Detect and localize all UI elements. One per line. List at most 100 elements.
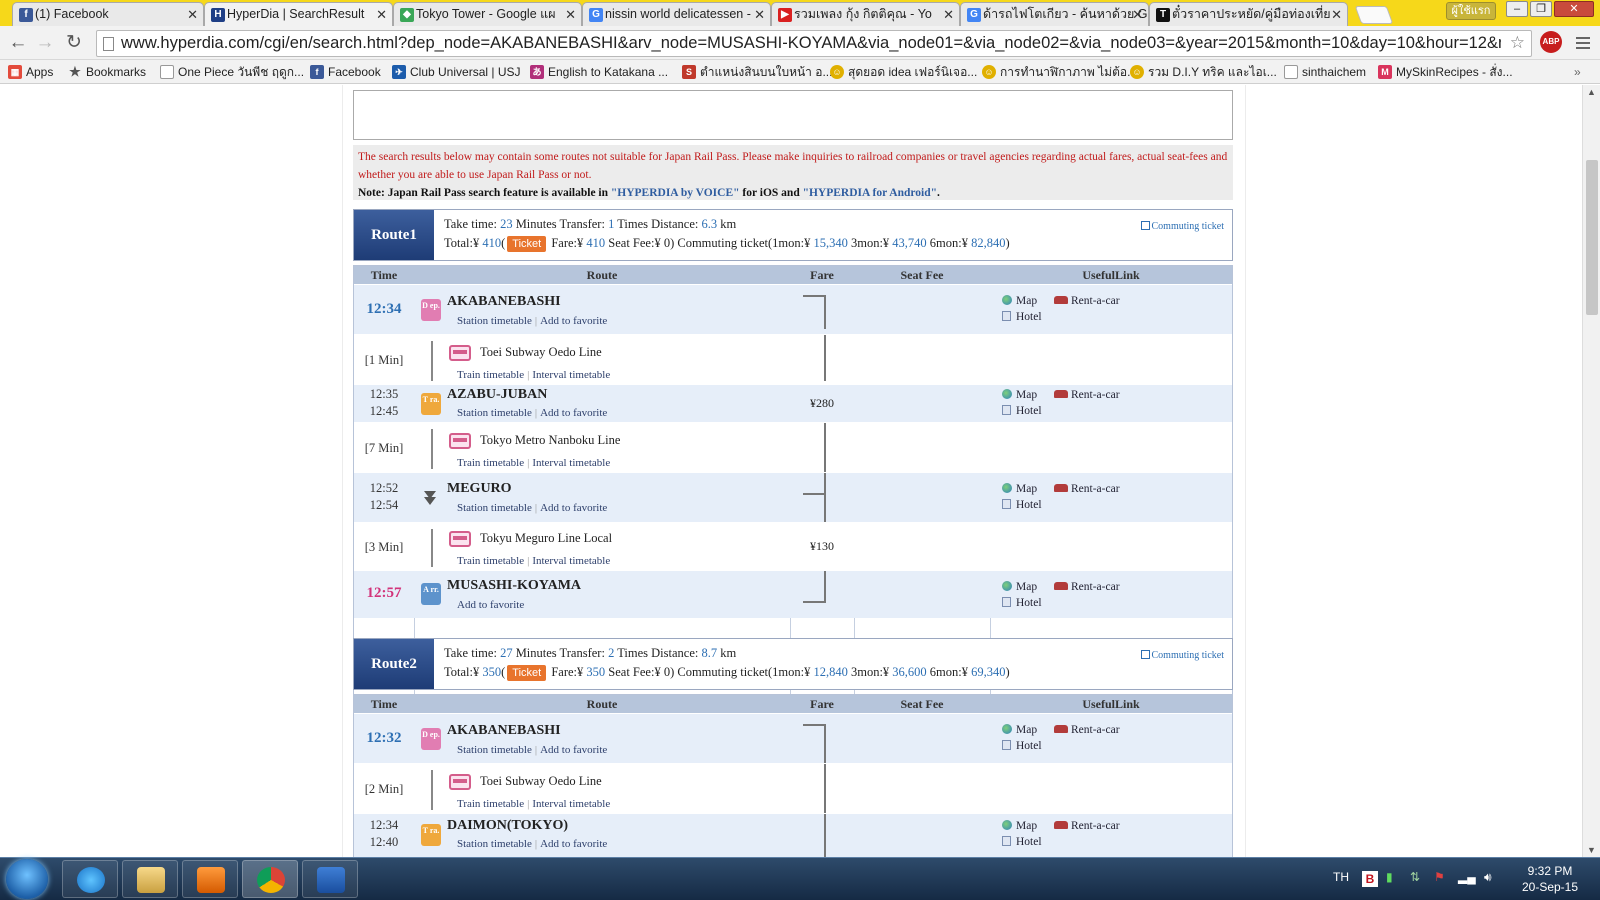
taskbar-file-explorer[interactable] bbox=[122, 860, 178, 898]
scroll-down-arrow-icon[interactable]: ▼ bbox=[1587, 845, 1596, 855]
interval-timetable-link[interactable]: Interval timetable bbox=[532, 555, 610, 567]
hotel-link[interactable]: Hotel bbox=[1002, 836, 1042, 848]
map-link[interactable]: Map bbox=[1002, 724, 1037, 736]
commuting-ticket-link[interactable]: Commuting ticket bbox=[1140, 650, 1224, 661]
add-favorite-link[interactable]: Add to favorite bbox=[540, 407, 607, 419]
minimize-button[interactable]: – bbox=[1506, 1, 1528, 17]
chrome-menu-icon[interactable] bbox=[1576, 34, 1590, 52]
back-arrow-icon[interactable]: ← bbox=[6, 31, 30, 55]
scroll-up-arrow-icon[interactable]: ▲ bbox=[1587, 87, 1596, 97]
map-link[interactable]: Map bbox=[1002, 820, 1037, 832]
hyperdia-voice-link[interactable]: "HYPERDIA by VOICE" bbox=[611, 187, 740, 199]
station-timetable-link[interactable]: Station timetable bbox=[457, 838, 532, 850]
rent-a-car-link[interactable]: Rent-a-car bbox=[1054, 483, 1120, 495]
add-favorite-link[interactable]: Add to favorite bbox=[540, 744, 607, 756]
taskbar-word[interactable] bbox=[302, 860, 358, 898]
tab-facebook[interactable]: f (1) Facebook ✕ bbox=[12, 2, 204, 26]
close-tab-icon[interactable]: ✕ bbox=[1331, 3, 1342, 26]
train-timetable-link[interactable]: Train timetable bbox=[457, 555, 524, 567]
bookmark-sinthaichem[interactable]: sinthaichem bbox=[1282, 62, 1366, 82]
close-tab-icon[interactable]: ✕ bbox=[1132, 3, 1143, 26]
address-bar[interactable]: www.hyperdia.com/cgi/en/search.html?dep_… bbox=[96, 30, 1532, 57]
ticket-button[interactable]: Ticket bbox=[507, 236, 547, 252]
rent-a-car-link[interactable]: Rent-a-car bbox=[1054, 581, 1120, 593]
add-favorite-link[interactable]: Add to favorite bbox=[540, 315, 607, 327]
close-tab-icon[interactable]: ✕ bbox=[187, 3, 198, 26]
vertical-scrollbar[interactable]: ▲ ▼ bbox=[1582, 85, 1600, 857]
tab-google-maps[interactable]: ◆ Tokyo Tower - Google แผ ✕ bbox=[393, 2, 582, 26]
map-link[interactable]: Map bbox=[1002, 389, 1037, 401]
rent-a-car-link[interactable]: Rent-a-car bbox=[1054, 295, 1120, 307]
bookmark-apps[interactable]: ▦ Apps bbox=[6, 62, 53, 82]
hotel-link[interactable]: Hotel bbox=[1002, 405, 1042, 417]
tab-google-thai[interactable]: G ด้ารถไฟโตเกียว - ค้นหาด้วย G ✕ bbox=[960, 2, 1149, 26]
network-icon[interactable]: ⇅ bbox=[1410, 870, 1420, 884]
bookmark-bookmarks[interactable]: ★ Bookmarks bbox=[66, 62, 146, 82]
hotel-link[interactable]: Hotel bbox=[1002, 597, 1042, 609]
map-link[interactable]: Map bbox=[1002, 581, 1037, 593]
taskbar-chrome[interactable] bbox=[242, 860, 298, 898]
reload-icon[interactable]: ↻ bbox=[62, 31, 86, 55]
station-timetable-link[interactable]: Station timetable bbox=[457, 407, 532, 419]
adblock-plus-icon[interactable]: ABP bbox=[1540, 31, 1562, 53]
interval-timetable-link[interactable]: Interval timetable bbox=[532, 798, 610, 810]
station-timetable-link[interactable]: Station timetable bbox=[457, 315, 532, 327]
taskbar-media-player[interactable] bbox=[182, 860, 238, 898]
station-timetable-link[interactable]: Station timetable bbox=[457, 502, 532, 514]
train-timetable-link[interactable]: Train timetable bbox=[457, 798, 524, 810]
close-tab-icon[interactable]: ✕ bbox=[565, 3, 576, 26]
forward-arrow-icon[interactable]: → bbox=[33, 31, 57, 55]
action-center-flag-icon[interactable]: ⚑ bbox=[1434, 870, 1445, 884]
add-favorite-link[interactable]: Add to favorite bbox=[540, 838, 607, 850]
volume-icon[interactable]: 🔊︎ bbox=[1484, 870, 1492, 885]
windows-start-button[interactable] bbox=[6, 859, 48, 899]
close-tab-icon[interactable]: ✕ bbox=[754, 3, 765, 26]
url-text[interactable]: www.hyperdia.com/cgi/en/search.html?dep_… bbox=[121, 34, 1501, 53]
b-tray-icon[interactable]: B bbox=[1362, 871, 1378, 887]
new-tab-button[interactable] bbox=[1354, 6, 1394, 24]
bookmarks-overflow-chevron-icon[interactable]: » bbox=[1574, 62, 1581, 82]
interval-timetable-link[interactable]: Interval timetable bbox=[532, 457, 610, 469]
tab-ticket-guide[interactable]: T ตั๋วราคาประหยัด/คู่มือท่องเที่ย ✕ bbox=[1149, 2, 1348, 26]
hotel-link[interactable]: Hotel bbox=[1002, 311, 1042, 323]
wifi-signal-icon[interactable]: ▂▄ bbox=[1458, 870, 1476, 884]
bookmark-usj[interactable]: ✈ Club Universal | USJ bbox=[390, 62, 520, 82]
hyperdia-android-link[interactable]: "HYPERDIA for Android" bbox=[803, 187, 937, 199]
hotel-link[interactable]: Hotel bbox=[1002, 499, 1042, 511]
bookmark-katakana[interactable]: あ English to Katakana ... bbox=[528, 62, 668, 82]
system-clock[interactable]: 9:32 PM 20-Sep-15 bbox=[1512, 863, 1588, 895]
tab-youtube[interactable]: ▶ รวมเพลง กุ้ง กิตติคุณ - Yo ✕ bbox=[771, 2, 960, 26]
bookmark-furniture[interactable]: ☺ สุดยอด idea เฟอร์นิเจอ... bbox=[828, 62, 977, 82]
bookmark-onepiece[interactable]: One Piece วันพีช ฤดูก... bbox=[158, 62, 304, 82]
close-window-button[interactable]: ✕ bbox=[1554, 1, 1594, 17]
train-timetable-link[interactable]: Train timetable bbox=[457, 369, 524, 381]
hotel-link[interactable]: Hotel bbox=[1002, 740, 1042, 752]
taskbar-internet-explorer[interactable] bbox=[62, 860, 118, 898]
signal-bars-icon[interactable]: ▮ bbox=[1386, 870, 1393, 884]
ticket-button[interactable]: Ticket bbox=[507, 665, 547, 681]
input-language[interactable]: TH bbox=[1333, 870, 1349, 884]
bookmark-star-icon[interactable]: ☆ bbox=[1510, 33, 1525, 53]
add-favorite-link[interactable]: Add to favorite bbox=[457, 599, 524, 611]
interval-timetable-link[interactable]: Interval timetable bbox=[532, 369, 610, 381]
train-timetable-link[interactable]: Train timetable bbox=[457, 457, 524, 469]
scrollbar-thumb[interactable] bbox=[1586, 160, 1598, 315]
close-tab-icon[interactable]: ✕ bbox=[376, 3, 387, 26]
map-link[interactable]: Map bbox=[1002, 295, 1037, 307]
close-tab-icon[interactable]: ✕ bbox=[943, 3, 954, 26]
add-favorite-link[interactable]: Add to favorite bbox=[540, 502, 607, 514]
bookmark-myskin[interactable]: M MySkinRecipes - สั่ง... bbox=[1376, 62, 1513, 82]
commuting-ticket-link[interactable]: Commuting ticket bbox=[1140, 221, 1224, 232]
tab-hyperdia[interactable]: H HyperDia | SearchResult ✕ bbox=[204, 2, 393, 26]
rent-a-car-link[interactable]: Rent-a-car bbox=[1054, 389, 1120, 401]
map-link[interactable]: Map bbox=[1002, 483, 1037, 495]
rent-a-car-link[interactable]: Rent-a-car bbox=[1054, 724, 1120, 736]
bookmark-facebook[interactable]: f Facebook bbox=[308, 62, 381, 82]
maximize-button[interactable]: ❐ bbox=[1530, 1, 1552, 17]
user-profile-button[interactable]: ผู้ใช้แรก bbox=[1446, 2, 1496, 20]
bookmark-thai-site[interactable]: S ตำแหน่งสินบนใบหน้า อ... bbox=[680, 62, 832, 82]
bookmark-diy[interactable]: ☺ รวม D.I.Y ทริค และไอเ... bbox=[1128, 62, 1277, 82]
rent-a-car-link[interactable]: Rent-a-car bbox=[1054, 820, 1120, 832]
tab-google-search[interactable]: G nissin world delicatessen - ✕ bbox=[582, 2, 771, 26]
station-timetable-link[interactable]: Station timetable bbox=[457, 744, 532, 756]
